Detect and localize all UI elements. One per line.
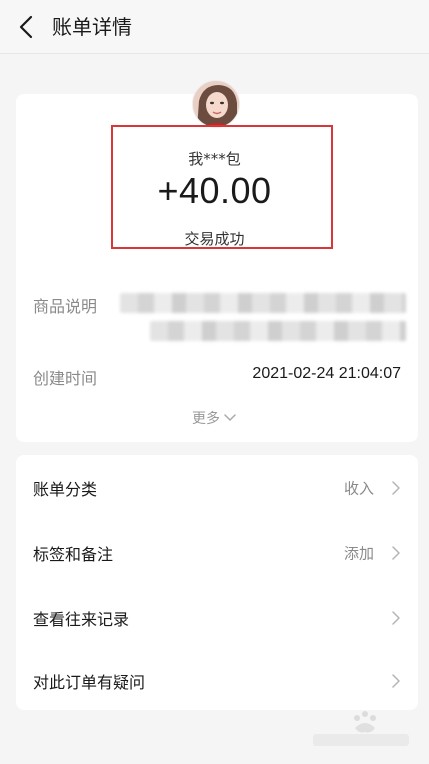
tags-notes-label: 标签和备注 bbox=[33, 545, 114, 564]
transaction-history-row[interactable]: 查看往来记录 bbox=[16, 587, 418, 649]
bill-category-value: 收入 bbox=[343, 479, 374, 498]
product-description-blurred bbox=[120, 293, 406, 313]
back-button[interactable] bbox=[12, 12, 42, 42]
bill-category-row[interactable]: 账单分类 收入 bbox=[16, 457, 418, 519]
chevron-right-icon bbox=[392, 674, 400, 688]
transaction-status: 交易成功 bbox=[184, 230, 245, 248]
merchant-name: 我***包 bbox=[188, 150, 241, 168]
avatar[interactable] bbox=[192, 80, 240, 128]
chevron-right-icon bbox=[392, 611, 400, 625]
order-question-row[interactable]: 对此订单有疑问 bbox=[16, 650, 418, 712]
tags-notes-value: 添加 bbox=[343, 544, 374, 563]
created-time-value: 2021-02-24 21:04:07 bbox=[252, 365, 401, 382]
transaction-amount: +40.00 bbox=[157, 170, 272, 211]
chevron-down-icon bbox=[224, 414, 236, 421]
chevron-left-icon bbox=[19, 15, 33, 39]
more-button[interactable]: 更多 bbox=[192, 408, 237, 428]
product-description-label: 商品说明 bbox=[33, 297, 98, 316]
tags-notes-row[interactable]: 标签和备注 添加 bbox=[16, 522, 418, 584]
chevron-right-icon bbox=[392, 481, 400, 495]
watermark-logo bbox=[313, 711, 409, 746]
more-label: 更多 bbox=[192, 411, 220, 427]
transaction-history-label: 查看往来记录 bbox=[33, 610, 130, 629]
page-title: 账单详情 bbox=[52, 15, 132, 39]
product-description-blurred-line2 bbox=[150, 321, 406, 341]
user-avatar-icon bbox=[193, 81, 239, 127]
bill-category-label: 账单分类 bbox=[33, 480, 98, 499]
top-bar: 账单详情 bbox=[0, 0, 429, 54]
chevron-right-icon bbox=[392, 546, 400, 560]
created-time-label: 创建时间 bbox=[33, 369, 98, 388]
order-question-label: 对此订单有疑问 bbox=[33, 673, 146, 692]
